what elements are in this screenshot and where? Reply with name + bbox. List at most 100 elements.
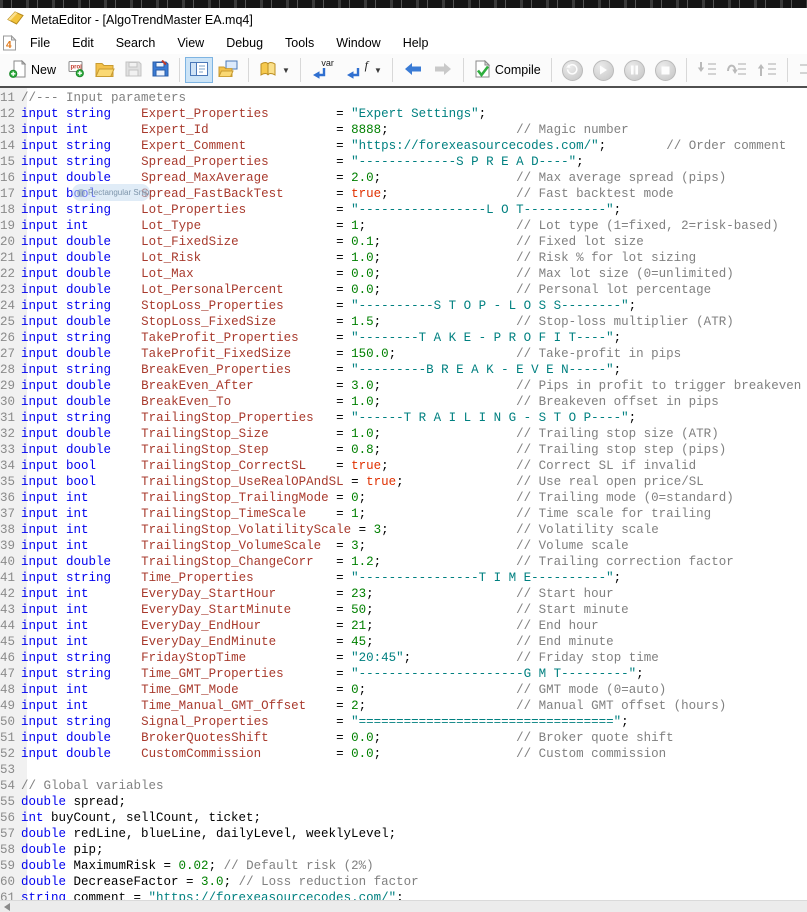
code-token: "Expert Settings" <box>351 107 479 121</box>
compile-button[interactable]: Compile <box>469 57 546 83</box>
menu-window[interactable]: Window <box>325 33 391 53</box>
debug-pause-button[interactable] <box>619 57 650 83</box>
code-text[interactable]: input double BrokerQuotesShift = 0.0; //… <box>20 731 674 745</box>
code-text[interactable]: input double TrailingStop_Size = 1.0; //… <box>20 427 719 441</box>
code-text[interactable]: input bool TrailingStop_CorrectSL = true… <box>20 459 696 473</box>
code-text[interactable]: //--- Input parameters <box>20 91 186 105</box>
menu-search[interactable]: Search <box>105 33 167 53</box>
menu-tools[interactable]: Tools <box>274 33 325 53</box>
step-out-button[interactable] <box>752 57 782 83</box>
reference-book-button[interactable]: ▼ <box>254 57 295 83</box>
code-token <box>59 219 67 233</box>
scroll-left-button[interactable] <box>0 901 14 912</box>
code-text[interactable]: input string Time_GMT_Properties = "----… <box>20 667 644 681</box>
code-text[interactable]: input string Time_Properties = "--------… <box>20 571 621 585</box>
new-project-button[interactable]: proj <box>61 57 90 83</box>
menu-file[interactable]: File <box>19 33 61 53</box>
code-editor[interactable]: 11//--- Input parameters12input string E… <box>0 88 807 900</box>
code-text[interactable]: input int Time_Manual_GMT_Offset = 2; //… <box>20 699 726 713</box>
code-text[interactable]: input string BreakEven_Properties = "---… <box>20 363 621 377</box>
code-text[interactable]: input int TrailingStop_TimeScale = 1; //… <box>20 507 711 521</box>
code-text[interactable]: int buyCount, sellCount, ticket; <box>20 811 261 825</box>
code-text[interactable]: input string Signal_Properties = "======… <box>20 715 629 729</box>
code-text[interactable]: double pip; <box>20 843 104 857</box>
code-text[interactable]: input int EveryDay_StartMinute = 50; // … <box>20 603 629 617</box>
step-into-button[interactable] <box>692 57 722 83</box>
debug-restart-button[interactable] <box>557 57 588 83</box>
menu-help[interactable]: Help <box>392 33 440 53</box>
code-text[interactable]: double spread; <box>20 795 126 809</box>
step-over-button[interactable] <box>722 57 752 83</box>
code-text[interactable]: input double Spread_MaxAverage = 2.0; //… <box>20 171 726 185</box>
code-text[interactable]: input int TrailingStop_VolumeScale = 3; … <box>20 539 629 553</box>
code-token: ; <box>374 379 517 393</box>
code-text[interactable]: // Global variables <box>20 779 164 793</box>
code-token <box>59 667 67 681</box>
code-line: 45input int EveryDay_EndMinute = 45; // … <box>0 634 807 650</box>
open-button[interactable] <box>90 57 120 83</box>
continue-to-cursor-button[interactable] <box>793 57 807 83</box>
debug-stop-button[interactable] <box>650 57 681 83</box>
code-text[interactable]: double redLine, blueLine, dailyLevel, we… <box>20 827 396 841</box>
code-text[interactable]: input string Expert_Properties = "Expert… <box>20 107 486 121</box>
code-text[interactable] <box>20 763 21 777</box>
code-area[interactable]: 11//--- Input parameters12input string E… <box>0 90 807 906</box>
line-number: 59 <box>0 858 20 874</box>
navigator-toggle-button[interactable] <box>185 57 213 83</box>
code-text[interactable]: input string StopLoss_Properties = "----… <box>20 299 636 313</box>
code-text[interactable]: input double StopLoss_FixedSize = 1.5; /… <box>20 315 734 329</box>
code-token: redLine, blueLine, dailyLevel, weeklyLev… <box>66 827 396 841</box>
code-line: 39input int TrailingStop_VolumeScale = 3… <box>0 538 807 554</box>
code-token: "--------T A K E - P R O F I T----" <box>351 331 614 345</box>
code-text[interactable]: input double BreakEven_After = 3.0; // P… <box>20 379 801 393</box>
code-text[interactable]: input double TakeProfit_FixedSize = 150.… <box>20 347 681 361</box>
code-token <box>59 731 67 745</box>
code-token: = <box>254 571 352 585</box>
save-as-button[interactable] <box>147 57 174 83</box>
code-text[interactable]: input string TrailingStop_Properties = "… <box>20 411 636 425</box>
add-function-button[interactable]: f ▼ <box>340 57 387 83</box>
toolbox-toggle-button[interactable] <box>213 57 243 83</box>
code-text[interactable]: input bool TrailingStop_UseRealOPAndSL =… <box>20 475 704 489</box>
code-text[interactable]: input int TrailingStop_TrailingMode = 0;… <box>20 491 734 505</box>
horizontal-scrollbar[interactable] <box>0 900 807 912</box>
code-text[interactable]: input string Expert_Comment = "https://f… <box>20 139 786 153</box>
code-text[interactable]: input double Lot_Risk = 1.0; // Risk % f… <box>20 251 696 265</box>
code-text[interactable]: input double TrailingStop_Step = 0.8; //… <box>20 443 726 457</box>
code-text[interactable]: input double Lot_Max = 0.0; // Max lot s… <box>20 267 734 281</box>
code-text[interactable]: input int Lot_Type = 1; // Lot type (1=f… <box>20 219 779 233</box>
code-token: = <box>269 715 352 729</box>
code-text[interactable]: input string TakeProfit_Properties = "--… <box>20 331 621 345</box>
code-text[interactable]: double DecreaseFactor = 3.0; // Loss red… <box>20 875 419 889</box>
code-text[interactable]: input int EveryDay_EndHour = 21; // End … <box>20 619 599 633</box>
code-token: input <box>21 139 59 153</box>
save-button[interactable] <box>120 57 147 83</box>
code-text[interactable]: input string Spread_Properties = "------… <box>20 155 584 169</box>
code-text[interactable]: input int Time_GMT_Mode = 0; // GMT mode… <box>20 683 666 697</box>
code-text[interactable]: input int EveryDay_EndMinute = 45; // En… <box>20 635 614 649</box>
debug-start-button[interactable] <box>588 57 619 83</box>
menu-debug[interactable]: Debug <box>215 33 274 53</box>
code-text[interactable]: input string Lot_Properties = "---------… <box>20 203 621 217</box>
code-token: ; <box>374 747 517 761</box>
code-text[interactable]: input int Expert_Id = 8888; // Magic num… <box>20 123 629 137</box>
menu-edit[interactable]: Edit <box>61 33 105 53</box>
code-text[interactable]: input double CustomCommission = 0.0; // … <box>20 747 666 761</box>
code-token: double <box>21 875 66 889</box>
add-variable-button[interactable]: var <box>306 57 340 83</box>
code-text[interactable]: input double Lot_FixedSize = 0.1; // Fix… <box>20 235 644 249</box>
new-button[interactable]: New <box>4 57 61 83</box>
menu-view[interactable]: View <box>166 33 215 53</box>
code-text[interactable]: input double Lot_PersonalPercent = 0.0; … <box>20 283 711 297</box>
code-text[interactable]: input int EveryDay_StartHour = 23; // St… <box>20 587 614 601</box>
code-text[interactable]: input string FridayStopTime = "20:45"; /… <box>20 651 659 665</box>
play-icon <box>593 60 614 81</box>
code-text[interactable]: input int TrailingStop_VolatilityScale =… <box>20 523 659 537</box>
code-text[interactable]: double MaximumRisk = 0.02; // Default ri… <box>20 859 374 873</box>
code-text[interactable]: input double TrailingStop_ChangeCorr = 1… <box>20 555 734 569</box>
code-text[interactable]: input double BreakEven_To = 1.0; // Brea… <box>20 395 719 409</box>
navigate-forward-button[interactable] <box>428 57 458 83</box>
navigate-back-button[interactable] <box>398 57 428 83</box>
line-number: 44 <box>0 618 20 634</box>
code-token: string <box>66 667 111 681</box>
